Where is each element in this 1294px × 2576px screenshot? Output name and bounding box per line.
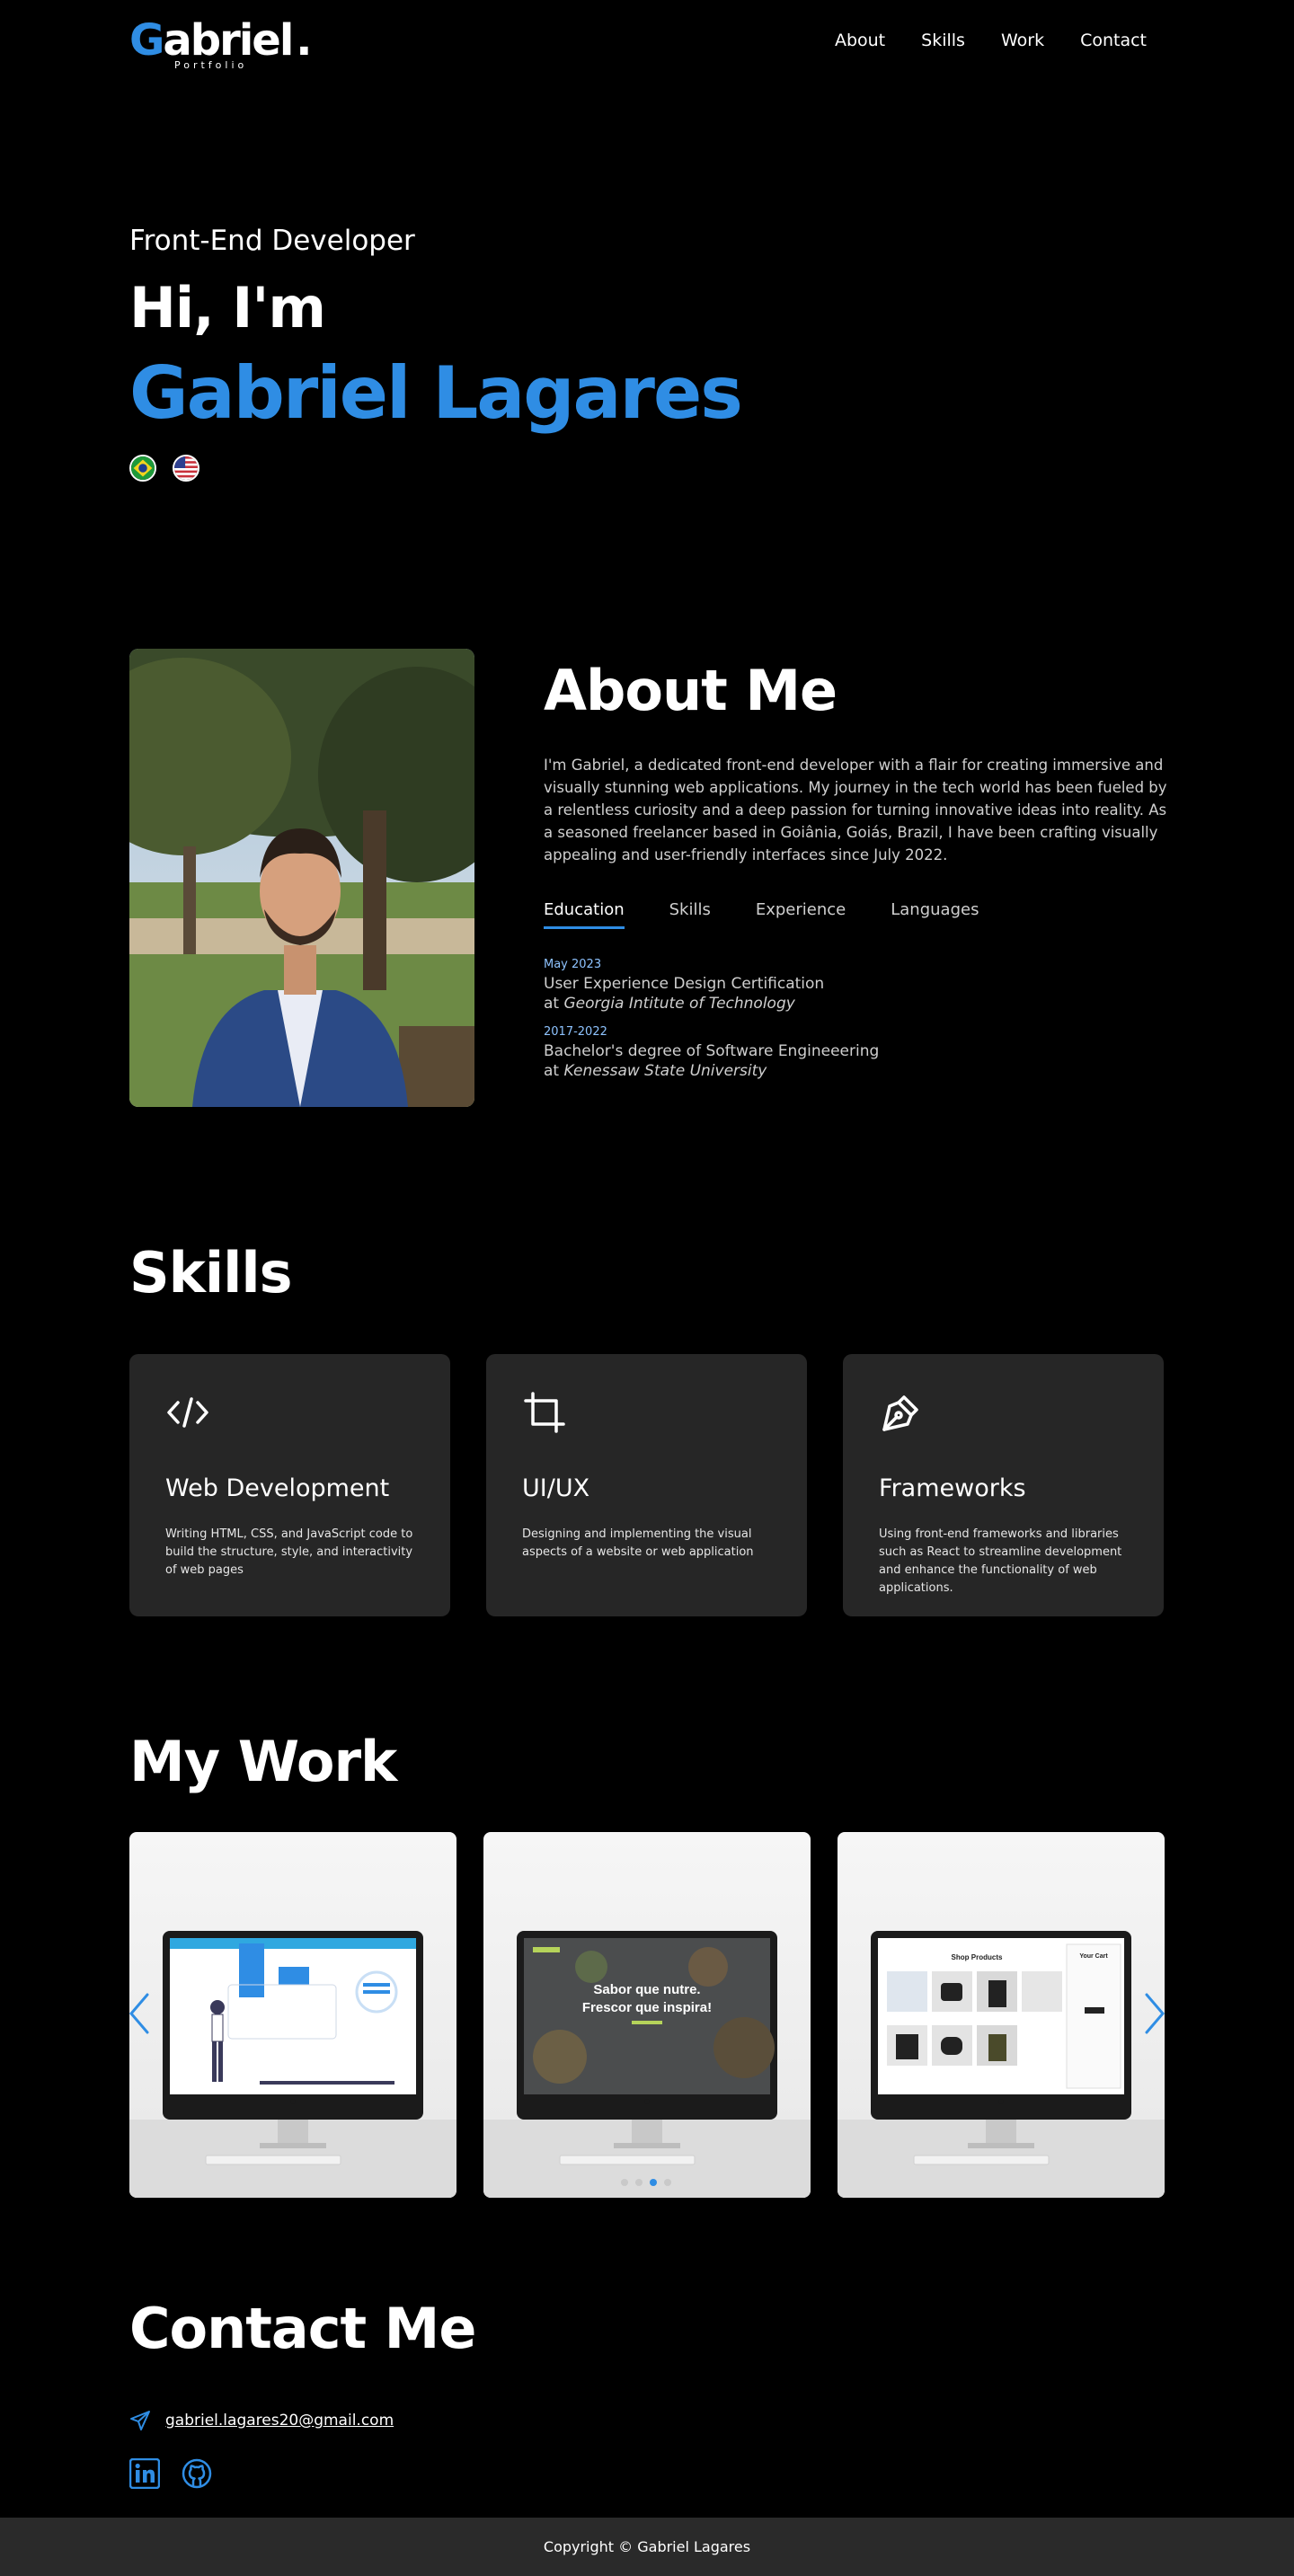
nav-link-about[interactable]: About [835, 31, 885, 50]
logo-dot: . [296, 15, 312, 66]
linkedin-icon[interactable] [129, 2458, 160, 2489]
carousel-dots [621, 2179, 671, 2186]
work-slide[interactable]: Shop Products Your Cart [838, 1832, 1165, 2198]
footer: Copyright © Gabriel Lagares [0, 2518, 1294, 2576]
hero-section: Front-End Developer Hi, I'm Gabriel Laga… [129, 225, 1165, 482]
education-title: Bachelor's degree of Software Engineeeri… [544, 1042, 880, 1060]
logo-letter-g: G [129, 15, 164, 66]
skill-card-title: Frameworks [879, 1474, 1026, 1502]
education-place: at Georgia Intitute of Technology [544, 995, 795, 1013]
code-icon [167, 1397, 208, 1428]
skill-card-title: Web Development [165, 1474, 390, 1502]
top-nav: G abriel . Portfolio About Skills Work C… [129, 0, 1165, 81]
skill-card-ui-ux: UI/UX Designing and implementing the vis… [486, 1354, 807, 1616]
usa-flag-icon[interactable] [173, 455, 199, 482]
work-slide[interactable]: Sabor que nutre. Frescor que inspira! [483, 1832, 811, 2198]
project-screen-title: Sabor que nutre. [593, 1982, 700, 1997]
social-links [129, 2458, 1165, 2489]
brazil-flag-icon[interactable] [129, 455, 156, 482]
about-text: I'm Gabriel, a dedicated front-end devel… [544, 757, 1167, 863]
project-mockup-image: Sabor que nutre. Frescor que inspira! [483, 1931, 811, 2198]
tab-skills[interactable]: Skills [669, 900, 711, 929]
education-title: User Experience Design Certification [544, 975, 825, 993]
education-date: May 2023 [544, 958, 602, 971]
project-screen-title: Shop Products [952, 1953, 1003, 1961]
skills-section: Skills Web Development Writing HTML, CSS… [129, 1240, 1165, 1616]
crop-icon [524, 1392, 565, 1433]
education-place: at Kenessaw State University [544, 1062, 767, 1080]
nav-link-skills[interactable]: Skills [921, 31, 965, 50]
pen-tool-icon [882, 1395, 918, 1431]
about-section: About Me I'm Gabriel, a dedicated front-… [129, 649, 1167, 1107]
about-tabs: Education Skills Experience Languages [544, 900, 1173, 929]
contact-section: Contact Me gabriel.lagares20@gmail.com [129, 2296, 1165, 2489]
education-item: May 2023 User Experience Design Certific… [544, 958, 1173, 1013]
project-screen-subtitle: Your Cart [1079, 1953, 1108, 1960]
skill-card-title: UI/UX [522, 1474, 590, 1502]
carousel-prev-arrow-icon[interactable] [124, 1989, 160, 2038]
education-date: 2017-2022 [544, 1025, 607, 1039]
contact-email-row: gabriel.lagares20@gmail.com [129, 2410, 1165, 2431]
skills-cards: Web Development Writing HTML, CSS, and J… [129, 1354, 1165, 1616]
about-content: About Me I'm Gabriel, a dedicated front-… [544, 658, 1173, 1093]
education-list: May 2023 User Experience Design Certific… [544, 958, 1173, 1080]
project-screen-subtitle: Frescor que inspira! [582, 2000, 712, 2015]
profile-photo [129, 649, 474, 1107]
skill-card-text: Designing and implementing the visual as… [522, 1527, 754, 1559]
skill-card-web-development: Web Development Writing HTML, CSS, and J… [129, 1354, 450, 1616]
send-icon [130, 2411, 150, 2430]
hero-greeting: Hi, I'm [129, 275, 326, 341]
nav-links: About Skills Work Contact [835, 31, 1147, 50]
work-title: My Work [129, 1729, 397, 1794]
about-title: About Me [544, 658, 838, 723]
hero-name: Gabriel Lagares [129, 351, 743, 435]
contact-title: Contact Me [129, 2296, 476, 2361]
logo[interactable]: G abriel . Portfolio [129, 15, 313, 70]
skill-card-text: Using front-end frameworks and libraries… [879, 1527, 1122, 1595]
skills-title: Skills [129, 1240, 293, 1306]
language-flags [129, 455, 1165, 482]
skill-card-text: Writing HTML, CSS, and JavaScript code t… [165, 1527, 413, 1577]
carousel-next-arrow-icon[interactable] [1134, 1989, 1170, 2038]
carousel-dot[interactable] [650, 2179, 657, 2186]
nav-link-contact[interactable]: Contact [1080, 31, 1147, 50]
project-mockup-image [129, 1931, 456, 2198]
github-icon[interactable] [182, 2458, 212, 2489]
education-item: 2017-2022 Bachelor's degree of Software … [544, 1025, 1173, 1080]
work-carousel: Sabor que nutre. Frescor que inspira! Sh… [129, 1832, 1165, 2198]
work-slide[interactable] [129, 1832, 456, 2198]
carousel-dot[interactable] [664, 2179, 671, 2186]
contact-email-link[interactable]: gabriel.lagares20@gmail.com [165, 2412, 394, 2430]
tab-languages[interactable]: Languages [891, 900, 979, 929]
logo-text: abriel [163, 15, 294, 66]
project-mockup-image: Shop Products Your Cart [838, 1931, 1165, 2198]
hero-role: Front-End Developer [129, 225, 415, 257]
carousel-dot[interactable] [621, 2179, 628, 2186]
footer-copyright: Copyright © Gabriel Lagares [543, 2538, 751, 2555]
tab-experience[interactable]: Experience [756, 900, 846, 929]
tab-education[interactable]: Education [544, 900, 625, 929]
logo-subtitle: Portfolio [174, 59, 248, 71]
carousel-dot[interactable] [635, 2179, 643, 2186]
skill-card-frameworks: Frameworks Using front-end frameworks an… [843, 1354, 1164, 1616]
nav-link-work[interactable]: Work [1001, 31, 1044, 50]
work-section: My Work Sabor que nutre. Frescor que ins… [129, 1729, 1165, 2198]
